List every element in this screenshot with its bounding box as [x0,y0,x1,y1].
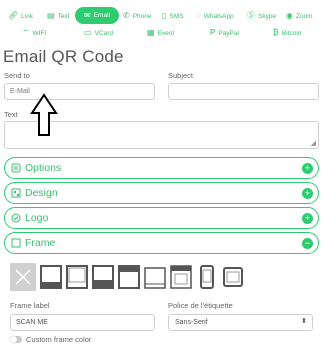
select-arrows-icon: ⬍ [301,318,307,325]
frame-label-label: Frame label [10,301,50,310]
expand-icon[interactable]: + [302,213,313,224]
wifi-icon: ⌔ [22,28,30,37]
section-logo[interactable]: Logo + [4,207,319,229]
frame-option-4[interactable] [117,264,141,290]
text-label: Text [4,110,18,119]
tab-bitcoin[interactable]: ₿ Bitcoin [273,24,301,42]
frame-option-1[interactable] [39,264,63,290]
tab-text[interactable]: ▤ Text [47,7,69,25]
resize-handle-icon[interactable]: ◢ [311,139,316,147]
send-to-input[interactable]: E-Mail [4,83,155,100]
custom-frame-color-toggle[interactable] [10,336,22,343]
frame-icon [11,238,21,248]
tab-paypal[interactable]: Ᵽ PayPal [210,24,239,42]
tab-link[interactable]: 🔗︎ Link [8,7,33,25]
tab-email[interactable]: ✉ Email [75,7,119,24]
collapse-icon[interactable]: − [302,238,313,249]
whatsapp-icon: ◌ [196,11,201,20]
frame-label-input[interactable]: SCAN ME [10,314,155,331]
label-font-select[interactable]: Sans-Serif ⬍ [168,314,313,331]
frame-option-none[interactable] [10,263,36,291]
design-icon [11,188,21,198]
frame-option-2[interactable] [65,264,89,290]
tab-skype[interactable]: Ⓢ Skype [247,7,276,25]
tab-whatsapp[interactable]: ◌ WhatsApp [196,7,234,25]
section-frame[interactable]: Frame − [4,232,319,254]
text-icon: ▤ [47,11,55,20]
tab-wifi[interactable]: ⌔ WIFI [22,24,46,42]
section-options[interactable]: Options + [4,157,319,179]
sms-icon: ▯ [162,11,167,20]
label-font-label: Police de l'étiquette [168,301,233,310]
annotation-arrow-icon [30,93,58,136]
page-title: Email QR Code [3,47,124,66]
tab-vcard[interactable]: ▭ VCard [84,24,113,42]
frame-option-tablet[interactable] [221,264,245,290]
zoom-icon: ◉ [286,11,293,20]
subject-input[interactable] [168,83,319,100]
options-icon [11,163,21,173]
send-to-label: Send to [4,71,30,80]
email-icon: ✉ [84,10,91,20]
tab-phone[interactable]: ✆ Phone [123,7,152,25]
tab-zoom[interactable]: ◉ Zoom [286,7,313,25]
send-to-placeholder: E-Mail [10,88,30,95]
frame-option-3[interactable] [91,264,115,290]
logo-icon [11,213,21,223]
frame-option-phone[interactable] [197,264,221,290]
subject-label: Subject [168,71,194,80]
phone-icon: ✆ [123,11,130,20]
custom-frame-color-label: Custom frame color [26,335,92,344]
tab-event[interactable]: ▦ Event [147,24,174,42]
skype-icon: Ⓢ [247,11,255,20]
vcard-icon: ▭ [84,28,92,37]
frame-option-6[interactable] [169,264,193,290]
expand-icon[interactable]: + [302,188,313,199]
tab-sms[interactable]: ▯ SMS [162,7,184,25]
expand-icon[interactable]: + [302,163,313,174]
phone-frame-icon [200,265,214,289]
frame-option-5[interactable] [143,264,167,290]
tablet-frame-icon [223,267,243,287]
section-design[interactable]: Design + [4,182,319,204]
link-icon: 🔗︎ [8,11,19,20]
calendar-icon: ▦ [147,28,155,37]
paypal-icon: Ᵽ [210,28,216,37]
bitcoin-icon: ₿ [273,28,279,37]
no-frame-icon [15,269,31,285]
